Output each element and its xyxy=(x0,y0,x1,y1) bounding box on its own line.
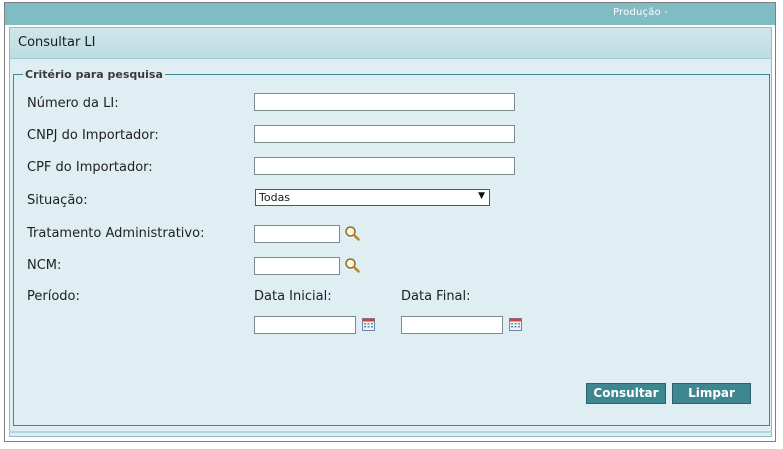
magnifier-icon[interactable] xyxy=(344,225,360,241)
data-final-label: Data Final: xyxy=(401,289,471,304)
consultar-button[interactable]: Consultar xyxy=(586,383,666,404)
cnpj-input[interactable] xyxy=(254,125,515,143)
situacao-select[interactable]: Todas ▼ xyxy=(255,189,490,206)
cnpj-label: CNPJ do Importador: xyxy=(27,128,159,143)
limpar-button[interactable]: Limpar xyxy=(672,383,751,404)
periodo-label: Período: xyxy=(27,289,80,304)
cpf-label: CPF do Importador: xyxy=(27,160,153,175)
numero-li-label: Número da LI: xyxy=(27,96,119,111)
calendar-icon[interactable] xyxy=(509,318,522,331)
numero-li-input[interactable] xyxy=(254,93,515,111)
ncm-label: NCM: xyxy=(27,258,62,273)
data-final-input[interactable] xyxy=(401,316,503,334)
calendar-icon[interactable] xyxy=(362,318,375,331)
data-inicial-input[interactable] xyxy=(254,316,356,334)
panel-bottom-divider xyxy=(9,431,772,433)
situacao-label: Situação: xyxy=(27,193,88,208)
consultar-li-panel: Consultar LI Critério para pesquisa Núme… xyxy=(9,27,772,437)
data-inicial-label: Data Inicial: xyxy=(254,289,332,304)
situacao-selected-value: Todas xyxy=(259,191,291,204)
chevron-down-icon: ▼ xyxy=(478,191,485,201)
environment-label: Produção - xyxy=(613,7,669,18)
panel-title: Consultar LI xyxy=(18,35,96,50)
tratamento-input[interactable] xyxy=(254,225,340,243)
tratamento-label: Tratamento Administrativo: xyxy=(27,226,205,241)
ncm-input[interactable] xyxy=(254,257,340,275)
top-bar: Produção - xyxy=(5,3,775,25)
criteria-legend: Critério para pesquisa xyxy=(23,68,165,81)
cpf-input[interactable] xyxy=(254,157,515,175)
magnifier-icon[interactable] xyxy=(344,257,360,273)
panel-header: Consultar LI xyxy=(10,28,771,59)
